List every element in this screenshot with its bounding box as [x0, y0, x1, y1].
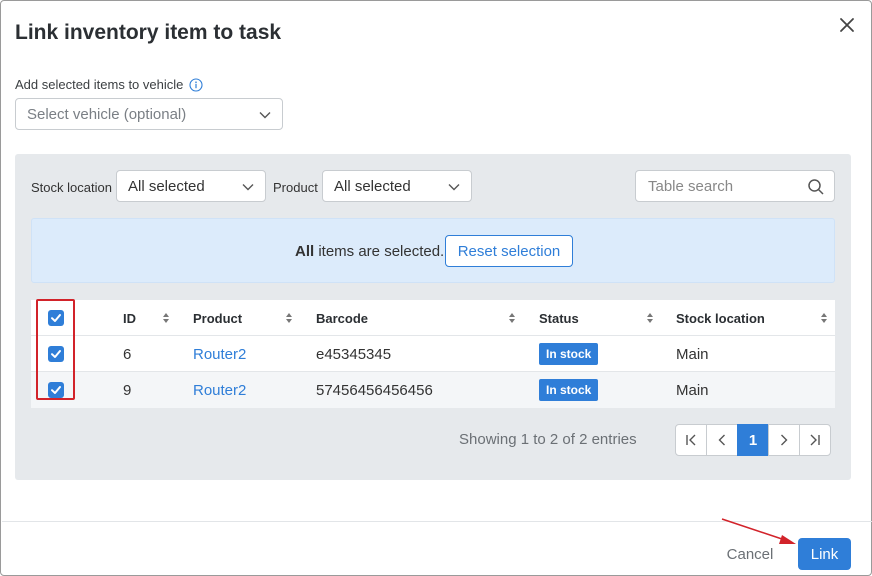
close-icon [840, 18, 854, 32]
sort-icon[interactable] [285, 312, 293, 324]
vehicle-label: Add selected items to vehicle [15, 77, 184, 92]
pagination: 1 [675, 424, 831, 456]
row-barcode: e45345345 [316, 345, 392, 363]
first-page-button[interactable] [675, 424, 707, 456]
info-icon[interactable] [189, 77, 203, 92]
selection-banner-text: All items are selected. [295, 243, 444, 260]
sort-icon[interactable] [162, 312, 170, 324]
reset-selection-button[interactable]: Reset selection [445, 235, 573, 267]
link-button[interactable]: Link [798, 538, 851, 570]
table-search-input[interactable]: Table search [635, 170, 835, 202]
status-badge: In stock [539, 379, 599, 401]
column-header-id[interactable]: ID [123, 300, 136, 336]
page-button-current[interactable]: 1 [737, 424, 769, 456]
last-page-icon [810, 434, 820, 446]
selection-banner-bold: All [295, 243, 315, 260]
row-product-link[interactable]: Router2 [193, 372, 246, 408]
product-filter-value: All selected [334, 177, 411, 195]
row-barcode: 57456456456456 [316, 381, 433, 399]
link-inventory-dialog: Link inventory item to task Add selected… [0, 0, 872, 576]
column-header-product[interactable]: Product [193, 300, 242, 336]
vehicle-select[interactable]: Select vehicle (optional) [15, 98, 283, 130]
table-row[interactable]: 6 Router2 e45345345 In stock Main [31, 336, 835, 372]
arrow-annotation-icon [721, 518, 796, 544]
product-filter-label: Product [273, 180, 318, 195]
chevron-left-icon [718, 434, 725, 446]
chevron-right-icon [781, 434, 788, 446]
column-header-status[interactable]: Status [539, 300, 579, 336]
next-page-button[interactable] [768, 424, 800, 456]
row-id: 9 [123, 381, 132, 399]
sort-icon[interactable] [646, 312, 654, 324]
selection-banner-message: items are selected. [314, 243, 445, 260]
vehicle-select-placeholder: Select vehicle (optional) [27, 105, 187, 123]
row-product-link[interactable]: Router2 [193, 336, 246, 372]
chevron-down-icon [242, 184, 254, 191]
sort-icon[interactable] [820, 312, 828, 324]
first-page-icon [686, 434, 696, 446]
previous-page-button[interactable] [706, 424, 738, 456]
status-badge: In stock [539, 343, 599, 365]
stock-location-filter-label: Stock location [31, 180, 112, 195]
column-header-barcode[interactable]: Barcode [316, 300, 368, 336]
column-header-stock-location[interactable]: Stock location [676, 300, 765, 336]
last-page-button[interactable] [799, 424, 831, 456]
row-status: In stock [539, 336, 599, 372]
row-stock-location: Main [676, 381, 709, 399]
sort-icon[interactable] [508, 312, 516, 324]
pagination-summary: Showing 1 to 2 of 2 entries [459, 431, 637, 448]
product-filter[interactable]: All selected [322, 170, 472, 202]
row-id: 6 [123, 345, 132, 363]
inventory-table: ID Product Barcode Status Stock location… [31, 300, 835, 408]
row-status: In stock [539, 372, 599, 408]
vehicle-label-row: Add selected items to vehicle [15, 77, 203, 92]
dialog-title: Link inventory item to task [15, 21, 282, 44]
search-icon [808, 179, 824, 195]
chevron-down-icon [259, 112, 271, 119]
stock-location-filter-value: All selected [128, 177, 205, 195]
table-search-placeholder: Table search [648, 177, 734, 195]
chevron-down-icon [448, 184, 460, 191]
table-row[interactable]: 9 Router2 57456456456456 In stock Main [31, 372, 835, 408]
selection-banner: All items are selected. Reset selection [31, 218, 835, 283]
checkbox-highlight-annotation [36, 299, 75, 400]
table-header-row: ID Product Barcode Status Stock location [31, 300, 835, 336]
stock-location-filter[interactable]: All selected [116, 170, 266, 202]
row-stock-location: Main [676, 345, 709, 363]
close-button[interactable] [835, 13, 859, 37]
